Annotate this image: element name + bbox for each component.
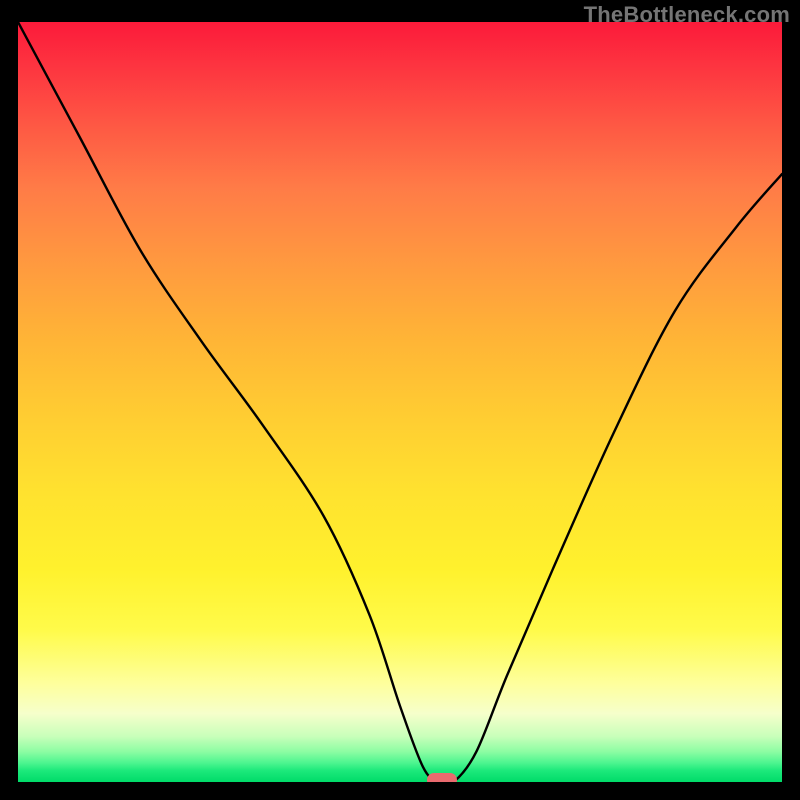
chart-frame: TheBottleneck.com	[0, 0, 800, 800]
plot-area	[18, 22, 782, 782]
bottleneck-curve	[18, 22, 782, 782]
watermark-text: TheBottleneck.com	[584, 2, 790, 28]
minimum-marker	[427, 773, 457, 782]
